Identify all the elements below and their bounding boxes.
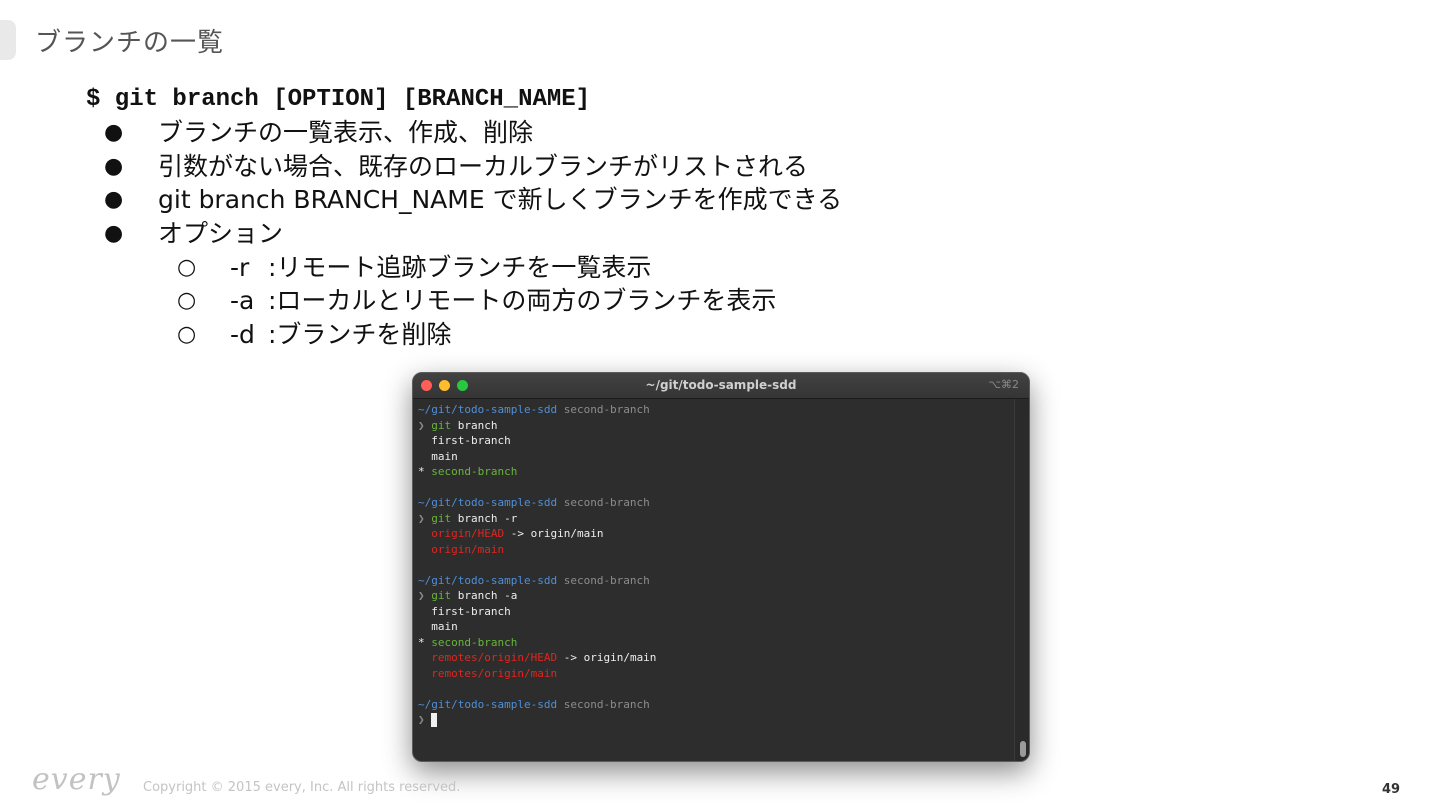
option-description: :リモート追跡ブランチを一覧表示	[268, 253, 652, 282]
list-item-text: オプション	[158, 219, 284, 248]
git-command: git	[431, 589, 452, 602]
branch-name: origin/main	[431, 542, 505, 556]
branch-name: remotes/origin/HEAD	[431, 651, 558, 664]
prompt-icon: ❯	[418, 713, 425, 726]
cwd-path: ~/git/todo-sample-sdd	[418, 573, 558, 587]
command-line: ❯ git branch -r	[418, 511, 1015, 527]
copyright-text: Copyright © 2015 every, Inc. All rights …	[143, 780, 461, 795]
bullet-icon: ●	[104, 221, 124, 246]
branch-name: remotes/origin/main	[431, 666, 558, 680]
prompt-path-line: ~/git/todo-sample-sdd second-branch	[418, 573, 1015, 589]
prompt-icon: ❯	[418, 418, 425, 432]
command-args: branch -r	[457, 511, 518, 525]
output-line: first-branch	[418, 604, 1015, 620]
circle-bullet-icon: ○	[177, 322, 197, 347]
branch-name: main	[431, 620, 458, 633]
command-syntax: $ git branch [OPTION] [BRANCH_NAME]	[86, 86, 591, 113]
title-accent	[0, 20, 16, 60]
scrollbar[interactable]	[1014, 399, 1029, 761]
git-command: git	[431, 511, 452, 525]
current-branch-marker: *	[418, 635, 425, 649]
command-line: ❯ git branch	[418, 418, 1015, 434]
output-line: main	[418, 619, 1015, 635]
branch-name: first-branch	[431, 434, 511, 447]
list-item-text: 引数がない場合、既存のローカルブランチがリストされる	[158, 152, 809, 181]
cwd-path: ~/git/todo-sample-sdd	[418, 697, 558, 711]
prompt-path-line: ~/git/todo-sample-sdd second-branch	[418, 697, 1015, 713]
current-branch-marker: *	[418, 465, 425, 478]
branch-target: -> origin/main	[504, 527, 604, 540]
option-description: :ローカルとリモートの両方のブランチを表示	[268, 286, 777, 315]
prompt-icon: ❯	[418, 511, 425, 525]
terminal-output[interactable]: ~/git/todo-sample-sdd second-branch ❯ git…	[418, 402, 1015, 761]
scroll-thumb[interactable]	[1020, 741, 1026, 757]
output-line: * second-branch	[418, 464, 1015, 480]
circle-bullet-icon: ○	[177, 288, 197, 313]
current-branch: second-branch	[563, 403, 650, 416]
list-item-text: ブランチの一覧表示、作成、削除	[158, 118, 534, 147]
current-branch: second-branch	[563, 573, 650, 587]
branch-name: second-branch	[431, 465, 518, 478]
branch-target: -> origin/main	[557, 651, 657, 664]
branch-name: main	[431, 449, 458, 463]
circle-bullet-icon: ○	[177, 255, 197, 280]
option-flag: -d	[230, 320, 255, 349]
git-command: git	[431, 418, 452, 432]
output-line: first-branch	[418, 433, 1015, 449]
option-flag: -r	[230, 253, 250, 282]
page-number: 49	[1382, 782, 1401, 797]
branch-name: second-branch	[431, 635, 518, 649]
command-line: ❯ git branch -a	[418, 588, 1015, 604]
command-line: ❯	[418, 712, 1015, 728]
terminal-window: ~/git/todo-sample-sdd ⌥⌘2 ~/git/todo-sam…	[412, 372, 1030, 762]
cwd-path: ~/git/todo-sample-sdd	[418, 403, 558, 416]
option-description: :ブランチを削除	[268, 320, 452, 349]
output-line: main	[418, 449, 1015, 465]
current-branch: second-branch	[563, 697, 650, 711]
branch-name: origin/HEAD	[431, 527, 505, 540]
prompt-path-line: ~/git/todo-sample-sdd second-branch	[418, 402, 1015, 418]
prompt-icon: ❯	[418, 589, 425, 602]
tab-shortcut: ⌥⌘2	[988, 378, 1019, 391]
current-branch: second-branch	[563, 496, 650, 509]
every-logo: every	[32, 762, 121, 797]
terminal-title: ~/git/todo-sample-sdd	[645, 378, 797, 392]
bullet-icon: ●	[104, 154, 124, 179]
output-line: remotes/origin/HEAD -> origin/main	[418, 650, 1015, 666]
cwd-path: ~/git/todo-sample-sdd	[418, 496, 558, 509]
branch-name: first-branch	[431, 604, 511, 618]
bullet-icon: ●	[104, 187, 124, 212]
option-flag: -a	[230, 286, 255, 315]
command-args: branch	[457, 418, 498, 432]
output-line: remotes/origin/main	[418, 666, 1015, 682]
output-line: origin/HEAD -> origin/main	[418, 526, 1015, 542]
output-line: origin/main	[418, 542, 1015, 558]
page-title: ブランチの一覧	[35, 28, 225, 58]
output-line: * second-branch	[418, 635, 1015, 651]
list-item-text: git branch BRANCH_NAME で新しくブランチを作成できる	[158, 185, 843, 214]
command-args: branch -a	[457, 589, 518, 602]
terminal-titlebar: ~/git/todo-sample-sdd ⌥⌘2	[413, 373, 1029, 399]
cursor	[431, 713, 438, 727]
bullet-icon: ●	[104, 120, 124, 145]
prompt-path-line: ~/git/todo-sample-sdd second-branch	[418, 495, 1015, 511]
